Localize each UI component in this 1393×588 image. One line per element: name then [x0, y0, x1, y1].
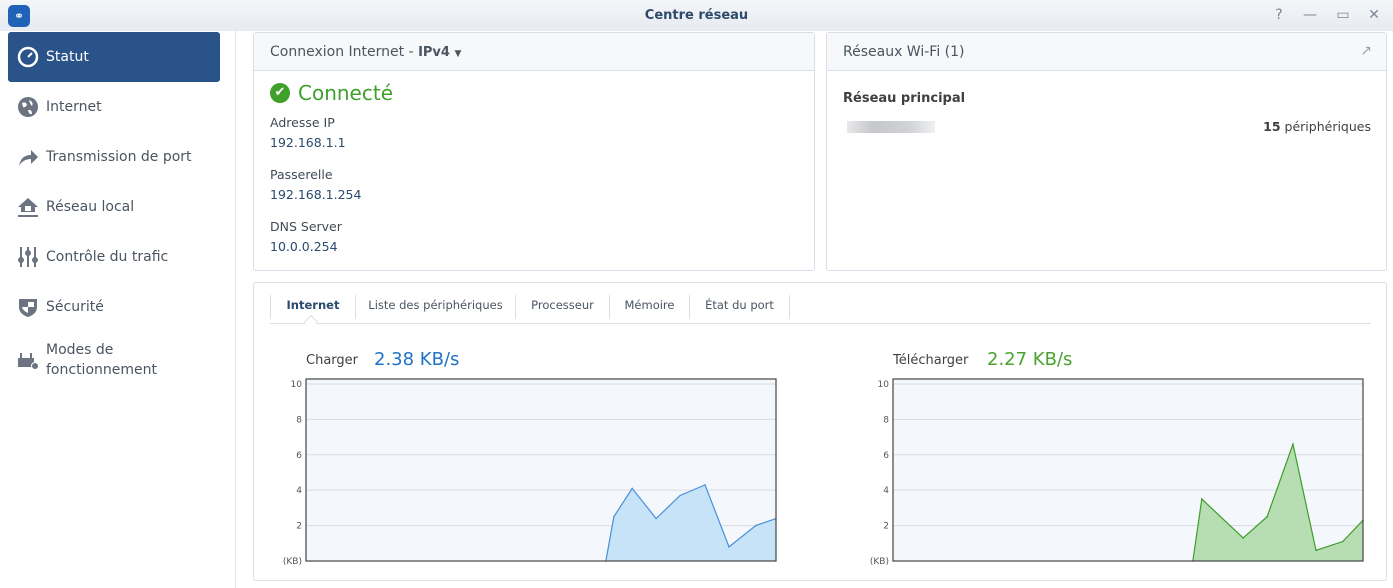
- network-name: Réseau principal: [843, 91, 966, 106]
- data-point: [1266, 515, 1268, 518]
- sidebar-item-label: Modes de fonctionnement: [46, 342, 157, 378]
- y-axis-unit-label: (KB): [283, 557, 302, 567]
- panel-title: Connexion Internet -: [270, 44, 419, 60]
- protocol-value: IPv4: [418, 45, 450, 60]
- sidebar-item-reseau-local[interactable]: Réseau local: [8, 182, 220, 232]
- sidebar-item-modes-de-fonctionnement[interactable]: Modes de fonctionnement: [8, 332, 220, 388]
- data-point: [1341, 540, 1344, 543]
- forward-arrow-icon: [16, 145, 40, 169]
- check-circle-icon: ✔: [270, 83, 290, 103]
- panel-header: Connexion Internet - IPv4 ▼: [254, 33, 814, 71]
- sidebar-item-internet[interactable]: Internet: [8, 82, 220, 132]
- shield-icon: [16, 295, 40, 319]
- y-tick-label: 8: [296, 415, 302, 425]
- dns-value: 10.0.0.254: [270, 239, 338, 254]
- download-rate: 2.27 KB/s: [987, 349, 1073, 370]
- sidebar-item-label: Transmission de port: [46, 149, 192, 165]
- panel-title: Réseaux Wi-Fi (1): [843, 44, 965, 60]
- sidebar-item-securite[interactable]: Sécurité: [8, 282, 220, 332]
- y-tick-label: 4: [883, 486, 889, 496]
- internet-connection-panel: Connexion Internet - IPv4 ▼ ✔ Connecté A…: [253, 32, 815, 271]
- device-count-suffix: périphériques: [1280, 119, 1371, 134]
- chevron-down-icon: ▼: [454, 49, 462, 59]
- home-network-icon: [16, 195, 40, 219]
- close-button[interactable]: ✕: [1365, 6, 1383, 24]
- download-chart: 2 4 6 8 10 (KB): [870, 378, 1364, 567]
- y-tick-label: 6: [296, 451, 302, 461]
- sidebar-item-transmission-de-port[interactable]: Transmission de port: [8, 132, 220, 182]
- sidebar-item-label: Internet: [46, 99, 102, 115]
- upload-label: Charger: [306, 353, 358, 368]
- dns-label: DNS Server: [270, 219, 342, 234]
- data-point: [631, 487, 633, 490]
- data-point: [613, 515, 615, 518]
- tab-device-list[interactable]: Liste des périphériques: [356, 295, 516, 319]
- y-tick-label: 10: [291, 380, 303, 390]
- y-tick-label: 2: [883, 522, 889, 532]
- data-point: [728, 546, 730, 548]
- blurred-ssid: [847, 121, 935, 133]
- gauge-icon: [16, 45, 40, 69]
- sidebar: Statut Internet Transmission de port Rés…: [0, 31, 236, 588]
- data-point: [1200, 498, 1203, 500]
- wifi-panel: Réseaux Wi-Fi (1) ↗ Réseau principal 15 …: [826, 32, 1387, 271]
- data-point: [704, 484, 706, 486]
- device-count-number: 15: [1263, 119, 1281, 134]
- sidebar-item-label: Contrôle du trafic: [46, 249, 169, 265]
- globe-icon: [16, 95, 40, 119]
- sliders-icon: [16, 245, 40, 269]
- maximize-button[interactable]: ▭: [1334, 6, 1352, 24]
- y-tick-label: 8: [883, 415, 889, 425]
- status-text: Connecté: [298, 81, 393, 105]
- data-point: [754, 524, 757, 527]
- minimize-button[interactable]: —: [1301, 6, 1319, 24]
- data-point: [679, 494, 681, 497]
- tab-port-status[interactable]: État du port: [690, 295, 790, 319]
- ip-address-label: Adresse IP: [270, 115, 335, 130]
- tab-memory[interactable]: Mémoire: [610, 295, 690, 319]
- upload-chart: 2 4 6 8 10 (KB): [283, 378, 777, 567]
- data-point: [1315, 549, 1317, 552]
- y-tick-label: 2: [296, 522, 302, 532]
- y-tick-label: 4: [296, 486, 302, 496]
- help-button[interactable]: ?: [1270, 6, 1288, 24]
- y-axis-unit-label: (KB): [870, 557, 889, 567]
- y-tick-label: 6: [883, 451, 889, 461]
- y-tick-label: 10: [878, 380, 890, 390]
- tab-processor[interactable]: Processeur: [516, 295, 610, 319]
- expand-arrow-icon[interactable]: ↗: [1360, 43, 1372, 59]
- protocol-dropdown[interactable]: IPv4 ▼: [418, 45, 461, 60]
- tab-internet[interactable]: Internet: [270, 295, 356, 319]
- router-gear-icon: [16, 348, 40, 372]
- sidebar-item-statut[interactable]: Statut: [8, 32, 220, 82]
- tab-bar-divider: [270, 323, 1371, 324]
- data-point: [1292, 443, 1294, 445]
- sidebar-item-label: Sécurité: [46, 299, 104, 315]
- device-count: 15 périphériques: [1263, 119, 1371, 134]
- upload-rate: 2.38 KB/s: [374, 349, 460, 370]
- sidebar-item-label: Statut: [46, 49, 89, 65]
- ip-address-value: 192.168.1.1: [270, 135, 346, 150]
- gateway-label: Passerelle: [270, 167, 333, 182]
- panel-header: Réseaux Wi-Fi (1): [827, 33, 1386, 71]
- sidebar-item-controle-du-trafic[interactable]: Contrôle du trafic: [8, 232, 220, 282]
- window-title: Centre réseau: [644, 8, 749, 23]
- sidebar-item-label: Réseau local: [46, 199, 135, 215]
- gateway-value: 192.168.1.254: [270, 187, 362, 202]
- data-point: [1242, 537, 1244, 539]
- connection-status: ✔ Connecté: [270, 81, 393, 105]
- data-point: [655, 517, 657, 520]
- download-label: Télécharger: [893, 353, 969, 368]
- title-bar: ⚭ Centre réseau ? — ▭ ✕: [0, 0, 1393, 31]
